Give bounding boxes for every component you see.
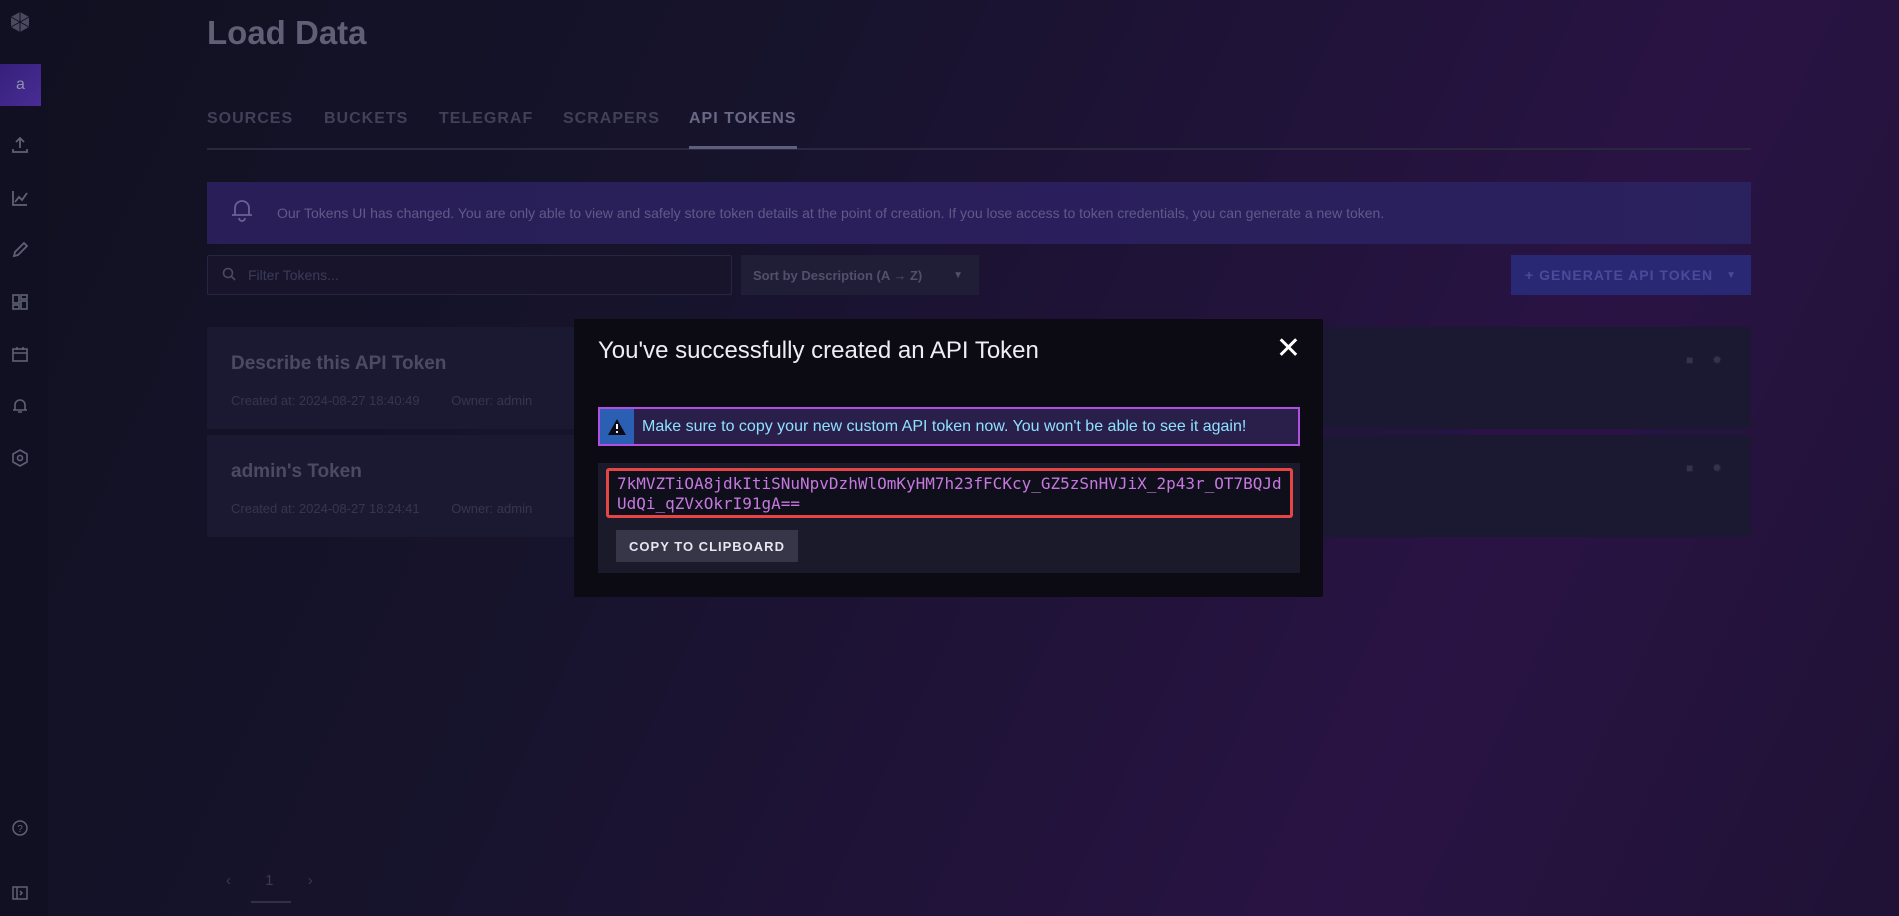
warning-icon — [600, 409, 634, 444]
token-box: 7kMVZTiOA8jdkItiSNuNpvDzhWlOmKyHM7h23fFC… — [598, 463, 1300, 573]
token-value[interactable]: 7kMVZTiOA8jdkItiSNuNpvDzhWlOmKyHM7h23fFC… — [606, 468, 1293, 518]
copy-to-clipboard-button[interactable]: COPY TO CLIPBOARD — [616, 530, 798, 562]
warning-alert: Make sure to copy your new custom API to… — [598, 407, 1300, 446]
modal-title: You've successfully created an API Token — [598, 337, 1039, 364]
alert-message: Make sure to copy your new custom API to… — [642, 417, 1247, 435]
close-icon[interactable]: ✕ — [1276, 331, 1301, 366]
token-created-modal: You've successfully created an API Token… — [574, 319, 1323, 597]
